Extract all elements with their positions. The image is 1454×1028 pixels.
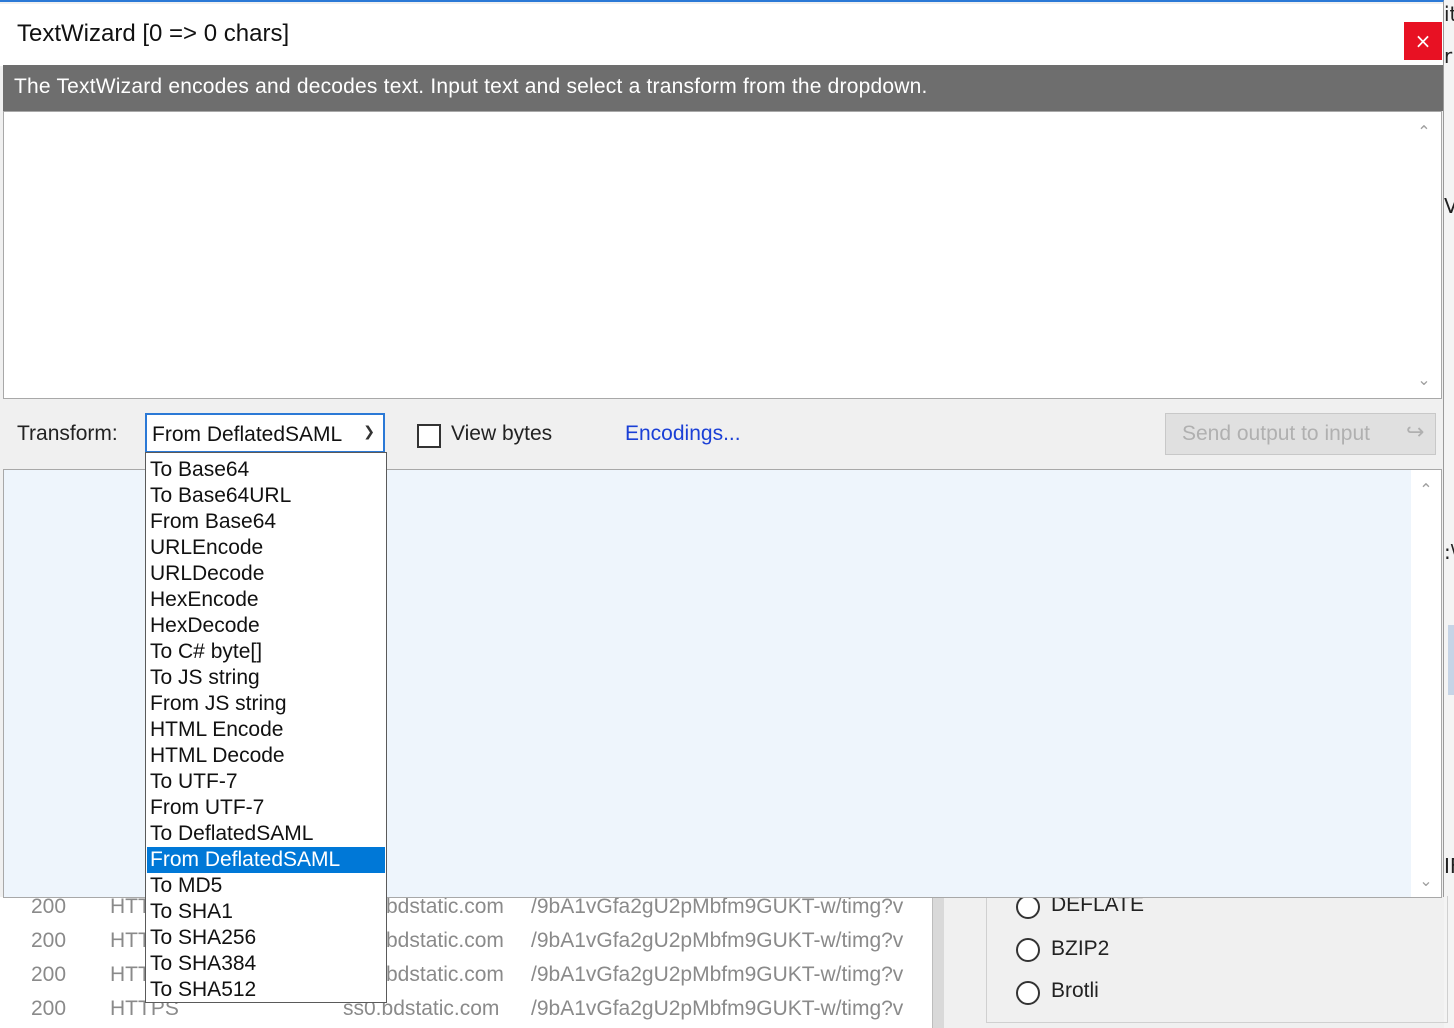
title-bar[interactable]: TextWizard [0 => 0 chars] × (0, 4, 1443, 66)
dropdown-option[interactable]: To SHA384 (147, 951, 385, 977)
view-bytes-checkbox[interactable] (417, 424, 441, 448)
dropdown-option[interactable]: HexEncode (147, 587, 385, 613)
session-result: 200 (31, 895, 67, 918)
dropdown-option[interactable]: To JS string (147, 665, 385, 691)
transform-label: Transform: (17, 422, 118, 445)
chevron-down-icon[interactable]: ⌄ (1407, 366, 1441, 394)
info-bar: The TextWizard encodes and decodes text.… (3, 65, 1443, 111)
dropdown-option[interactable]: To DeflatedSAML (147, 821, 385, 847)
close-button[interactable]: × (1404, 22, 1442, 60)
radio-brotli[interactable] (1016, 981, 1040, 1005)
dropdown-option[interactable]: URLDecode (147, 561, 385, 587)
dropdown-option[interactable]: To MD5 (147, 873, 385, 899)
input-textarea[interactable]: ⌃ ⌄ (3, 111, 1442, 399)
table-row[interactable]: 200 HTTPS ss0.bdstatic.com /9bA1vGfa2gU2… (0, 992, 906, 1026)
dropdown-option[interactable]: To SHA256 (147, 925, 385, 951)
background-selection (1448, 625, 1454, 695)
chevron-down-icon: ❯ (363, 424, 375, 440)
table-row[interactable]: 200 HTT bdstatic.com /9bA1vGfa2gU2pMbfm9… (0, 958, 906, 992)
background-strip-text: Vi (1444, 194, 1454, 218)
transform-select[interactable]: From DeflatedSAML ❯ (145, 413, 385, 453)
dropdown-option-selected[interactable]: From DeflatedSAML (147, 847, 385, 873)
session-host: bdstatic.com (386, 895, 504, 918)
send-output-label: Send output to input (1182, 422, 1370, 445)
transform-dropdown-list[interactable]: To Base64 To Base64URL From Base64 URLEn… (145, 452, 387, 1003)
session-host: bdstatic.com (386, 963, 504, 986)
dropdown-option[interactable]: From UTF-7 (147, 795, 385, 821)
background-session-list: 200 HTT bdstatic.com /9bA1vGfa2gU2pMbfm9… (0, 895, 906, 1028)
dropdown-option[interactable]: HTML Decode (147, 743, 385, 769)
radio-deflate[interactable] (1016, 895, 1040, 919)
chevron-up-icon[interactable]: ⌃ (1411, 476, 1441, 504)
dropdown-option[interactable]: To Base64 (147, 457, 385, 483)
window-title: TextWizard [0 => 0 chars] (17, 20, 290, 47)
table-row[interactable]: 200 HTT bdstatic.com /9bA1vGfa2gU2pMbfm9… (0, 924, 906, 958)
dropdown-option[interactable]: URLEncode (147, 535, 385, 561)
background-strip-text: r (1444, 44, 1453, 68)
background-strip-text: :\ (1444, 540, 1454, 564)
session-url: /9bA1vGfa2gU2pMbfm9GUKT-w/timg?v (531, 895, 904, 918)
radio-label-bzip2: BZIP2 (1051, 937, 1110, 960)
transform-selected-value: From DeflatedSAML (152, 423, 343, 446)
dropdown-option[interactable]: To SHA512 (147, 977, 385, 1003)
dropdown-option[interactable]: To UTF-7 (147, 769, 385, 795)
session-result: 200 (31, 963, 67, 986)
send-output-to-input-button[interactable]: Send output to input ↪ (1165, 413, 1436, 455)
chevron-down-icon[interactable]: ⌄ (1411, 867, 1441, 895)
dropdown-option[interactable]: HexDecode (147, 613, 385, 639)
dropdown-option[interactable]: To C# byte[] (147, 639, 385, 665)
input-scrollbar[interactable]: ⌃ ⌄ (1407, 112, 1441, 398)
dropdown-option[interactable]: To SHA1 (147, 899, 385, 925)
session-url: /9bA1vGfa2gU2pMbfm9GUKT-w/timg?v (531, 997, 904, 1020)
session-result: 200 (31, 929, 67, 952)
radio-bzip2[interactable] (1016, 938, 1040, 962)
session-url: /9bA1vGfa2gU2pMbfm9GUKT-w/timg?v (531, 929, 904, 952)
dropdown-option[interactable]: HTML Encode (147, 717, 385, 743)
radio-label-brotli: Brotli (1051, 979, 1099, 1002)
dropdown-option[interactable]: From JS string (147, 691, 385, 717)
view-bytes-label[interactable]: View bytes (451, 422, 552, 446)
session-host: bdstatic.com (386, 929, 504, 952)
close-icon: × (1414, 29, 1432, 53)
info-text: The TextWizard encodes and decodes text.… (14, 75, 928, 98)
encodings-link[interactable]: Encodings... (625, 422, 741, 446)
send-arrow-icon: ↪ (1406, 420, 1425, 445)
dropdown-option[interactable]: From Base64 (147, 509, 385, 535)
background-strip-text: IF (1444, 854, 1454, 878)
session-result: 200 (31, 997, 67, 1020)
background-strip-text: it (1444, 2, 1454, 26)
output-scrollbar[interactable]: ⌃ ⌄ (1411, 470, 1441, 897)
dropdown-option[interactable]: To Base64URL (147, 483, 385, 509)
chevron-up-icon[interactable]: ⌃ (1407, 118, 1441, 146)
session-url: /9bA1vGfa2gU2pMbfm9GUKT-w/timg?v (531, 963, 904, 986)
